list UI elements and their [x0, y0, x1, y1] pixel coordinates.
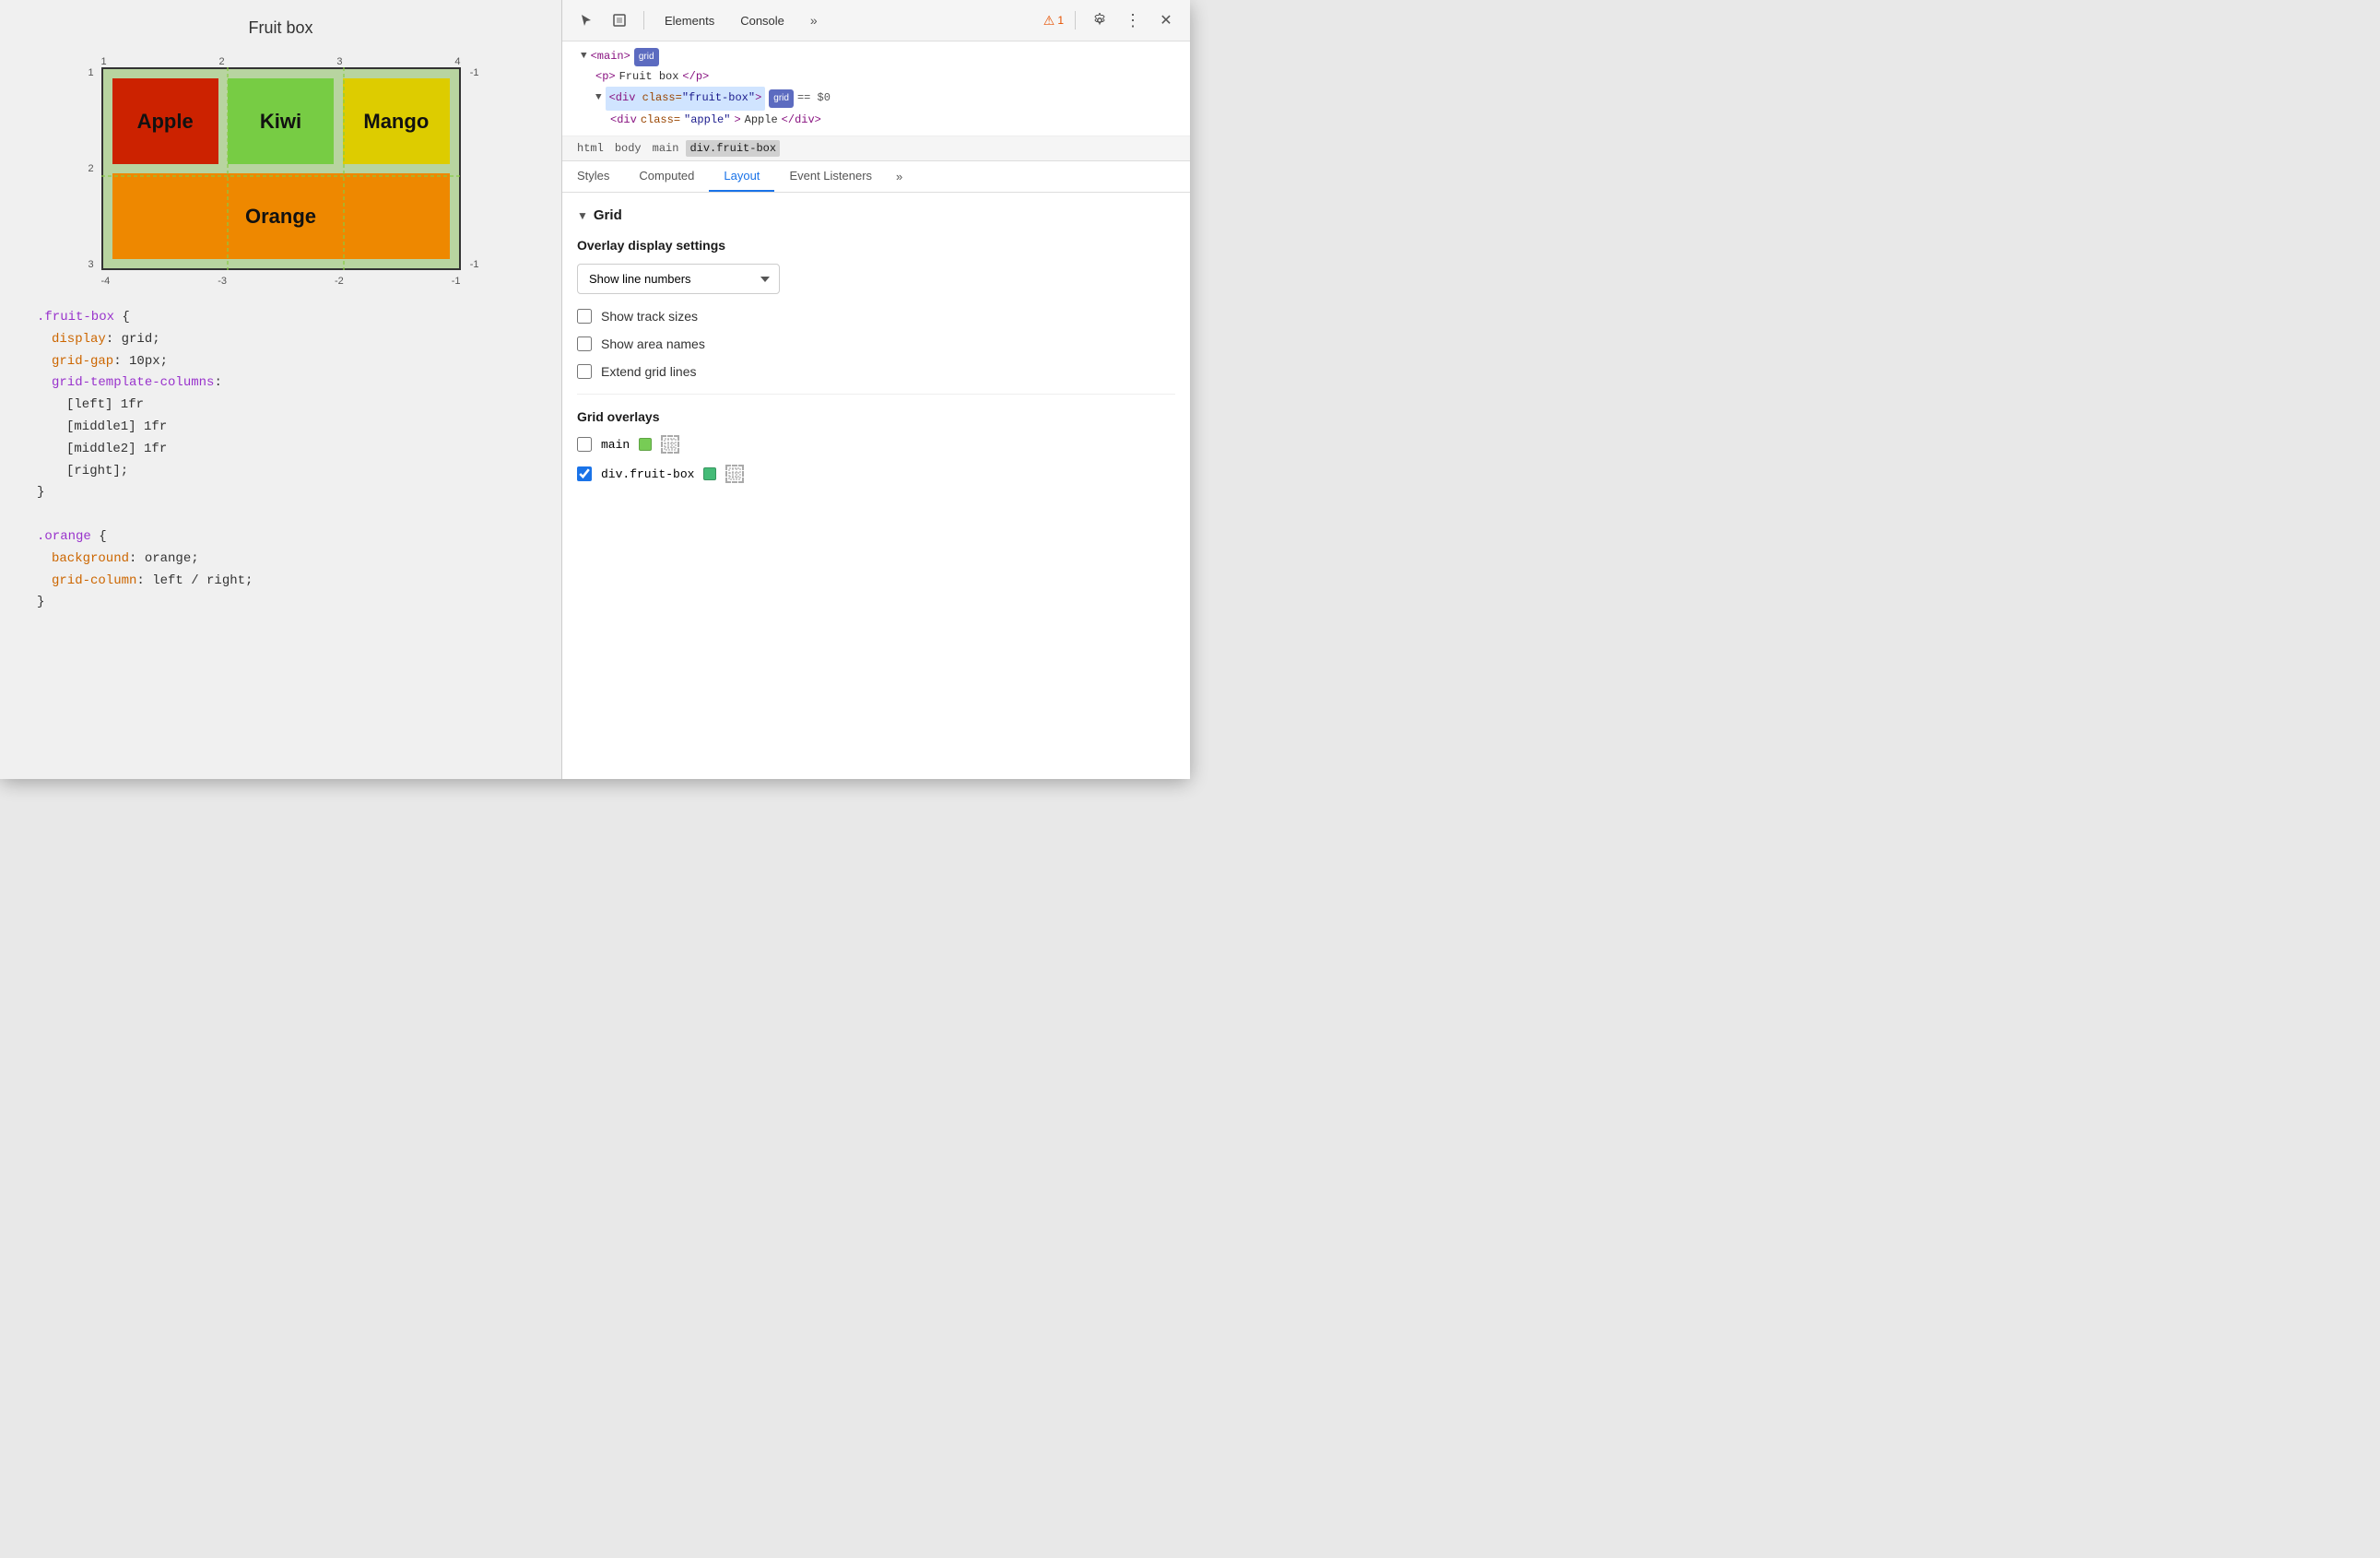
dom-tree: ▼ <main> grid <p>Fruit box</p> ▼ <div cl…: [562, 41, 1190, 136]
left-panel: Fruit box 1 2 3 4 1 2 3 -1 -1 Apple Kiwi…: [0, 0, 562, 779]
overlay-main-checkbox[interactable]: [577, 437, 592, 452]
tab-computed[interactable]: Computed: [624, 161, 709, 192]
cell-orange: Orange: [112, 173, 450, 259]
grid-badge-main: grid: [634, 48, 659, 66]
overlay-main-grid-icon[interactable]: [661, 435, 679, 454]
breadcrumb-html[interactable]: html: [573, 140, 607, 157]
grid-overlays-title: Grid overlays: [577, 409, 1175, 424]
tab-elements[interactable]: Elements: [655, 10, 724, 31]
overlay-fruit-box-label: div.fruit-box: [601, 467, 694, 481]
cursor-icon[interactable]: [573, 7, 599, 33]
close-icon[interactable]: ✕: [1153, 7, 1179, 33]
tab-more-inspector[interactable]: »: [887, 162, 912, 191]
overlay-fruit-box-color[interactable]: [703, 467, 716, 480]
breadcrumb-fruit-box[interactable]: div.fruit-box: [686, 140, 780, 157]
tabs-bar: Styles Computed Layout Event Listeners »: [562, 161, 1190, 193]
checkbox-extend-lines-input[interactable]: [577, 364, 592, 379]
tab-event-listeners[interactable]: Event Listeners: [774, 161, 887, 192]
expand-triangle-2[interactable]: ▼: [595, 89, 602, 108]
warning-icon: ⚠: [1043, 13, 1055, 29]
inspect-icon[interactable]: [607, 7, 632, 33]
checkbox-extend-lines-label: Extend grid lines: [601, 364, 697, 379]
dom-line-p[interactable]: <p>Fruit box</p>: [573, 67, 1179, 88]
cell-apple: Apple: [112, 78, 218, 164]
more-options-icon[interactable]: ⋮: [1120, 7, 1146, 33]
grid-badge-fruit-box: grid: [769, 89, 794, 108]
grid-numbers-bottom: -4 -3 -2 -1: [101, 276, 461, 287]
warning-count: 1: [1057, 14, 1064, 27]
warning-badge: ⚠ 1: [1043, 13, 1064, 29]
dom-line-main[interactable]: ▼ <main> grid: [573, 47, 1179, 67]
line-numbers-dropdown[interactable]: Show line numbers Show track sizes Show …: [577, 264, 780, 294]
overlay-main-label: main: [601, 438, 630, 452]
settings-icon[interactable]: [1087, 7, 1113, 33]
checkbox-area-names-label: Show area names: [601, 336, 705, 351]
dom-line-apple[interactable]: <div class="apple">Apple</div>: [573, 111, 1179, 131]
expand-triangle[interactable]: ▼: [581, 48, 587, 66]
section-divider: [577, 394, 1175, 395]
overlay-main: main: [577, 435, 1175, 454]
checkbox-show-track-sizes: Show track sizes: [577, 309, 1175, 324]
breadcrumb-main[interactable]: main: [649, 140, 683, 157]
tab-console[interactable]: Console: [731, 10, 794, 31]
grid-section-title: Grid: [594, 207, 622, 223]
cell-kiwi: Kiwi: [228, 78, 334, 164]
grid-numbers-left: 1 2 3: [88, 67, 94, 270]
fruit-box-title: Fruit box: [248, 18, 312, 38]
tab-layout[interactable]: Layout: [709, 161, 774, 192]
tab-styles[interactable]: Styles: [562, 161, 624, 192]
overlay-settings-title: Overlay display settings: [577, 238, 1175, 253]
code-block-1: .fruit-box { display: grid; grid-gap: 10…: [37, 307, 543, 504]
cell-mango: Mango: [343, 78, 449, 164]
grid-visual: Apple Kiwi Mango Orange: [101, 67, 461, 270]
devtools-header: Elements Console » ⚠ 1 ⋮ ✕: [562, 0, 1190, 41]
dropdown-row: Show line numbers Show track sizes Show …: [577, 264, 1175, 294]
code-section: .fruit-box { display: grid; grid-gap: 10…: [18, 307, 543, 614]
right-panel: Elements Console » ⚠ 1 ⋮ ✕ ▼ <main> grid…: [562, 0, 1190, 779]
checkbox-area-names-input[interactable]: [577, 336, 592, 351]
checkbox-extend-grid-lines: Extend grid lines: [577, 364, 1175, 379]
code-block-2: .orange { background: orange; grid-colum…: [37, 526, 543, 614]
tab-more[interactable]: »: [801, 9, 827, 31]
grid-numbers-right: -1 -1: [470, 67, 479, 270]
checkbox-show-area-names: Show area names: [577, 336, 1175, 351]
header-separator: [643, 11, 644, 30]
header-separator-2: [1075, 11, 1076, 30]
panel-content: ▼ Grid Overlay display settings Show lin…: [562, 193, 1190, 779]
grid-section-header: ▼ Grid: [577, 207, 1175, 223]
overlay-main-color[interactable]: [639, 438, 652, 451]
overlay-fruit-box-grid-icon[interactable]: [725, 465, 744, 483]
dom-line-fruit-box[interactable]: ▼ <div class="fruit-box"> grid == $0: [573, 87, 1179, 111]
overlay-fruit-box-checkbox[interactable]: [577, 466, 592, 481]
grid-visualization: 1 2 3 4 1 2 3 -1 -1 Apple Kiwi Mango Ora…: [83, 49, 479, 289]
grid-numbers-top: 1 2 3 4: [101, 56, 461, 67]
checkbox-track-sizes-input[interactable]: [577, 309, 592, 324]
checkbox-track-sizes-label: Show track sizes: [601, 309, 698, 324]
overlay-fruit-box: div.fruit-box: [577, 465, 1175, 483]
breadcrumb: html body main div.fruit-box: [562, 136, 1190, 161]
breadcrumb-body[interactable]: body: [611, 140, 645, 157]
grid-collapse-icon[interactable]: ▼: [577, 209, 588, 222]
